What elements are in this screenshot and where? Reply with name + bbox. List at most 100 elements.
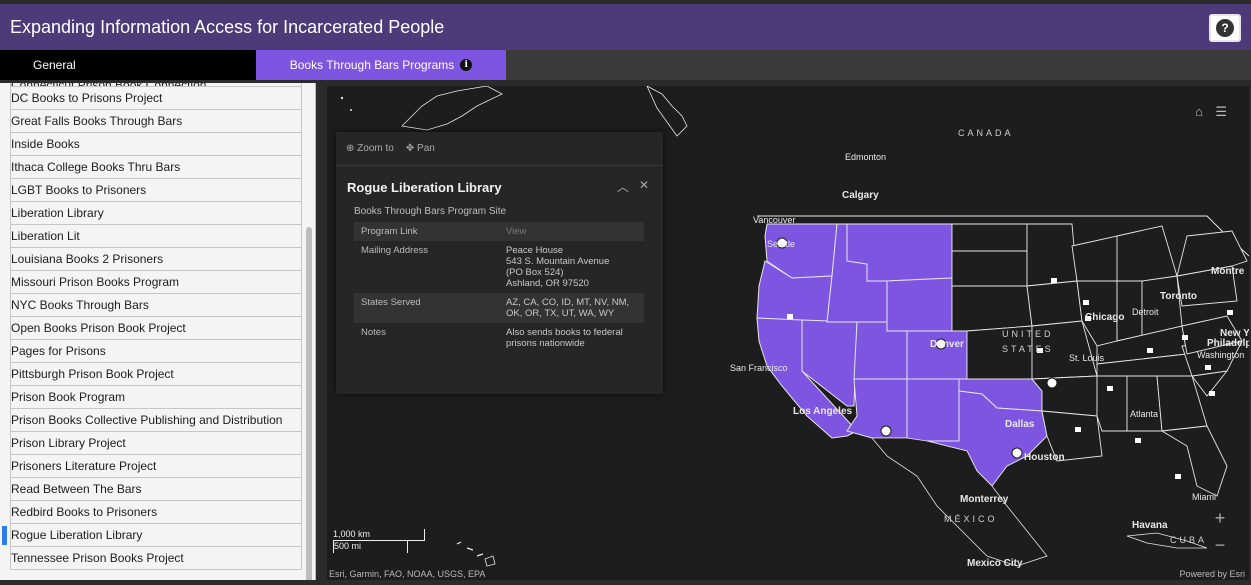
map-coast-alaska — [401, 86, 503, 131]
powered-by-esri[interactable]: Powered by Esri — [1179, 569, 1245, 579]
zoom-to-button[interactable]: ⊕ Zoom to — [346, 143, 394, 154]
map-label-denver: Denver — [930, 339, 964, 350]
sidebar-item[interactable]: Prisoners Literature Project — [10, 455, 302, 478]
map-label-montreal: Montre — [1211, 266, 1245, 277]
map-label-cuba: CUBA — [1170, 535, 1208, 545]
sidebar-item[interactable]: Liberation Lit — [10, 225, 302, 248]
map-label-atlanta: Atlanta — [1130, 409, 1159, 419]
map-label-miami: Miami — [1192, 492, 1216, 502]
feature-popup: ⊕ Zoom to ✥ Pan Rogue Liberation Library… — [336, 132, 663, 394]
sidebar-item-label: Pittsburgh Prison Book Project — [11, 367, 174, 381]
map-label-canada: CANADA — [958, 128, 1014, 138]
site-marker-tucson-icon[interactable] — [880, 425, 892, 437]
collapse-chevron-up-icon[interactable]: ︿ — [617, 178, 629, 195]
map-label-los-angeles: Los Angeles — [793, 406, 853, 417]
site-marker-icon[interactable] — [1083, 300, 1089, 305]
site-marker-icon[interactable] — [787, 314, 793, 319]
state-ut — [853, 321, 908, 380]
scale-mi: 500 mi — [333, 541, 408, 553]
map-attribution: Esri, Garmin, FAO, NOAA, USGS, EPA — [329, 569, 486, 579]
map-label-houston: Houston — [1024, 452, 1065, 463]
address-line: 543 S. Mountain Avenue — [506, 256, 610, 267]
popup-attribute-table: Program Link View Mailing Address Peace … — [354, 222, 644, 353]
site-marker-icon[interactable] — [1107, 386, 1113, 391]
sidebar-item[interactable]: LGBT Books to Prisoners — [10, 179, 302, 202]
site-marker-icon[interactable] — [1175, 474, 1181, 479]
popup-subtitle: Books Through Bars Program Site — [354, 206, 507, 217]
sidebar-item-label: Ithaca College Books Thru Bars — [11, 160, 181, 174]
sidebar-item[interactable]: Missouri Prison Books Program — [10, 271, 302, 294]
scale-bar: 1,000 km 500 mi — [333, 529, 425, 553]
sidebar-item-label: Louisiana Books 2 Prisoners — [11, 252, 164, 266]
sidebar-item[interactable]: Prison Library Project — [10, 432, 302, 455]
map-label-calgary: Calgary — [842, 190, 879, 201]
map-hawaii-big-island — [484, 555, 496, 567]
help-icon: ? — [1216, 19, 1234, 37]
close-icon[interactable]: ✕ — [639, 178, 649, 195]
sidebar-item[interactable]: Open Books Prison Book Project — [10, 317, 302, 340]
sidebar-item[interactable]: Rogue Liberation Library — [2, 524, 302, 547]
site-marker-icon[interactable] — [1205, 365, 1211, 370]
site-marker-arkansas-icon[interactable] — [1046, 377, 1058, 389]
map-hawaii — [456, 541, 484, 557]
sidebar-item[interactable]: Read Between The Bars — [10, 478, 302, 501]
sidebar-item[interactable]: Liberation Library — [10, 202, 302, 225]
tab-general-label: General — [33, 58, 76, 72]
zoom-in-button[interactable]: + — [1213, 509, 1227, 527]
sidebar-item-label: Missouri Prison Books Program — [11, 275, 180, 289]
sidebar-scrollbar[interactable] — [306, 227, 312, 580]
map-coast-arctic — [646, 86, 688, 137]
table-row: Program Link View — [354, 222, 644, 241]
help-button[interactable]: ? — [1209, 14, 1241, 42]
state-mn — [1026, 223, 1078, 287]
map-label-havana: Havana — [1132, 520, 1168, 531]
mailing-address: Peace House 543 S. Mountain Avenue (PO B… — [499, 241, 644, 293]
site-marker-icon[interactable] — [1227, 310, 1233, 315]
site-marker-icon[interactable] — [1135, 438, 1141, 443]
program-link[interactable]: View — [499, 222, 644, 241]
zoom-out-button[interactable]: − — [1213, 536, 1227, 554]
pan-label: Pan — [417, 143, 435, 154]
state-sd — [951, 250, 1028, 287]
info-icon[interactable]: i — [460, 59, 473, 71]
sidebar-item-label: Liberation Library — [11, 206, 104, 220]
sidebar-item[interactable]: Pages for Prisons — [10, 340, 302, 363]
site-marker-icon[interactable] — [1182, 335, 1188, 340]
sidebar-item[interactable]: Louisiana Books 2 Prisoners — [10, 248, 302, 271]
sidebar-item[interactable]: Pittsburgh Prison Book Project — [10, 363, 302, 386]
sidebar-item[interactable]: Prison Book Program — [10, 386, 302, 409]
pan-button[interactable]: ✥ Pan — [406, 143, 435, 154]
home-icon[interactable]: ⌂ — [1195, 104, 1203, 119]
sidebar-item-label: Read Between The Bars — [11, 482, 142, 496]
site-marker-icon[interactable] — [1075, 427, 1081, 432]
states-line: OK, OR, TX, UT, WA, WY — [506, 308, 615, 319]
sidebar-item-label: Prisoners Literature Project — [11, 459, 157, 473]
state-ar — [1031, 375, 1098, 417]
sidebar-item[interactable]: Redbird Books to Prisoners — [10, 501, 302, 524]
sidebar-item[interactable]: Great Falls Books Through Bars — [10, 110, 302, 133]
tab-books-through-bars[interactable]: Books Through Bars Programs i — [256, 50, 506, 80]
site-marker-houston-icon[interactable] — [1011, 447, 1023, 459]
sidebar-item-label: Tennessee Prison Books Project — [11, 551, 184, 565]
map-label-st-louis: St. Louis — [1069, 353, 1105, 363]
sidebar-item[interactable]: Prison Books Collective Publishing and D… — [10, 409, 302, 432]
site-marker-icon[interactable] — [1051, 278, 1057, 283]
map-label-seattle: Seattle — [767, 239, 796, 249]
sidebar-item[interactable]: Inside Books — [10, 133, 302, 156]
site-marker-icon[interactable] — [1209, 391, 1215, 396]
map-label-mexico-city: Mexico City — [967, 558, 1023, 569]
site-marker-icon[interactable] — [1147, 348, 1153, 353]
table-row: Mailing Address Peace House 543 S. Mount… — [354, 241, 644, 293]
sidebar-item[interactable]: Ithaca College Books Thru Bars — [10, 156, 302, 179]
sidebar-item[interactable]: NYC Books Through Bars — [10, 294, 302, 317]
map-label-mexico: MÉXICO — [944, 514, 998, 524]
tab-general[interactable]: General — [0, 50, 256, 80]
legend-list-icon[interactable]: ☰ — [1215, 104, 1227, 120]
sidebar-item[interactable]: Tennessee Prison Books Project — [10, 547, 302, 570]
sidebar-item[interactable]: DC Books to Prisons Project — [10, 87, 302, 110]
app-title: Expanding Information Access for Incarce… — [10, 17, 445, 37]
pan-icon: ✥ — [405, 143, 415, 154]
state-mi — [1116, 225, 1178, 282]
state-az — [846, 378, 908, 439]
sidebar-item-label: Inside Books — [11, 137, 80, 151]
